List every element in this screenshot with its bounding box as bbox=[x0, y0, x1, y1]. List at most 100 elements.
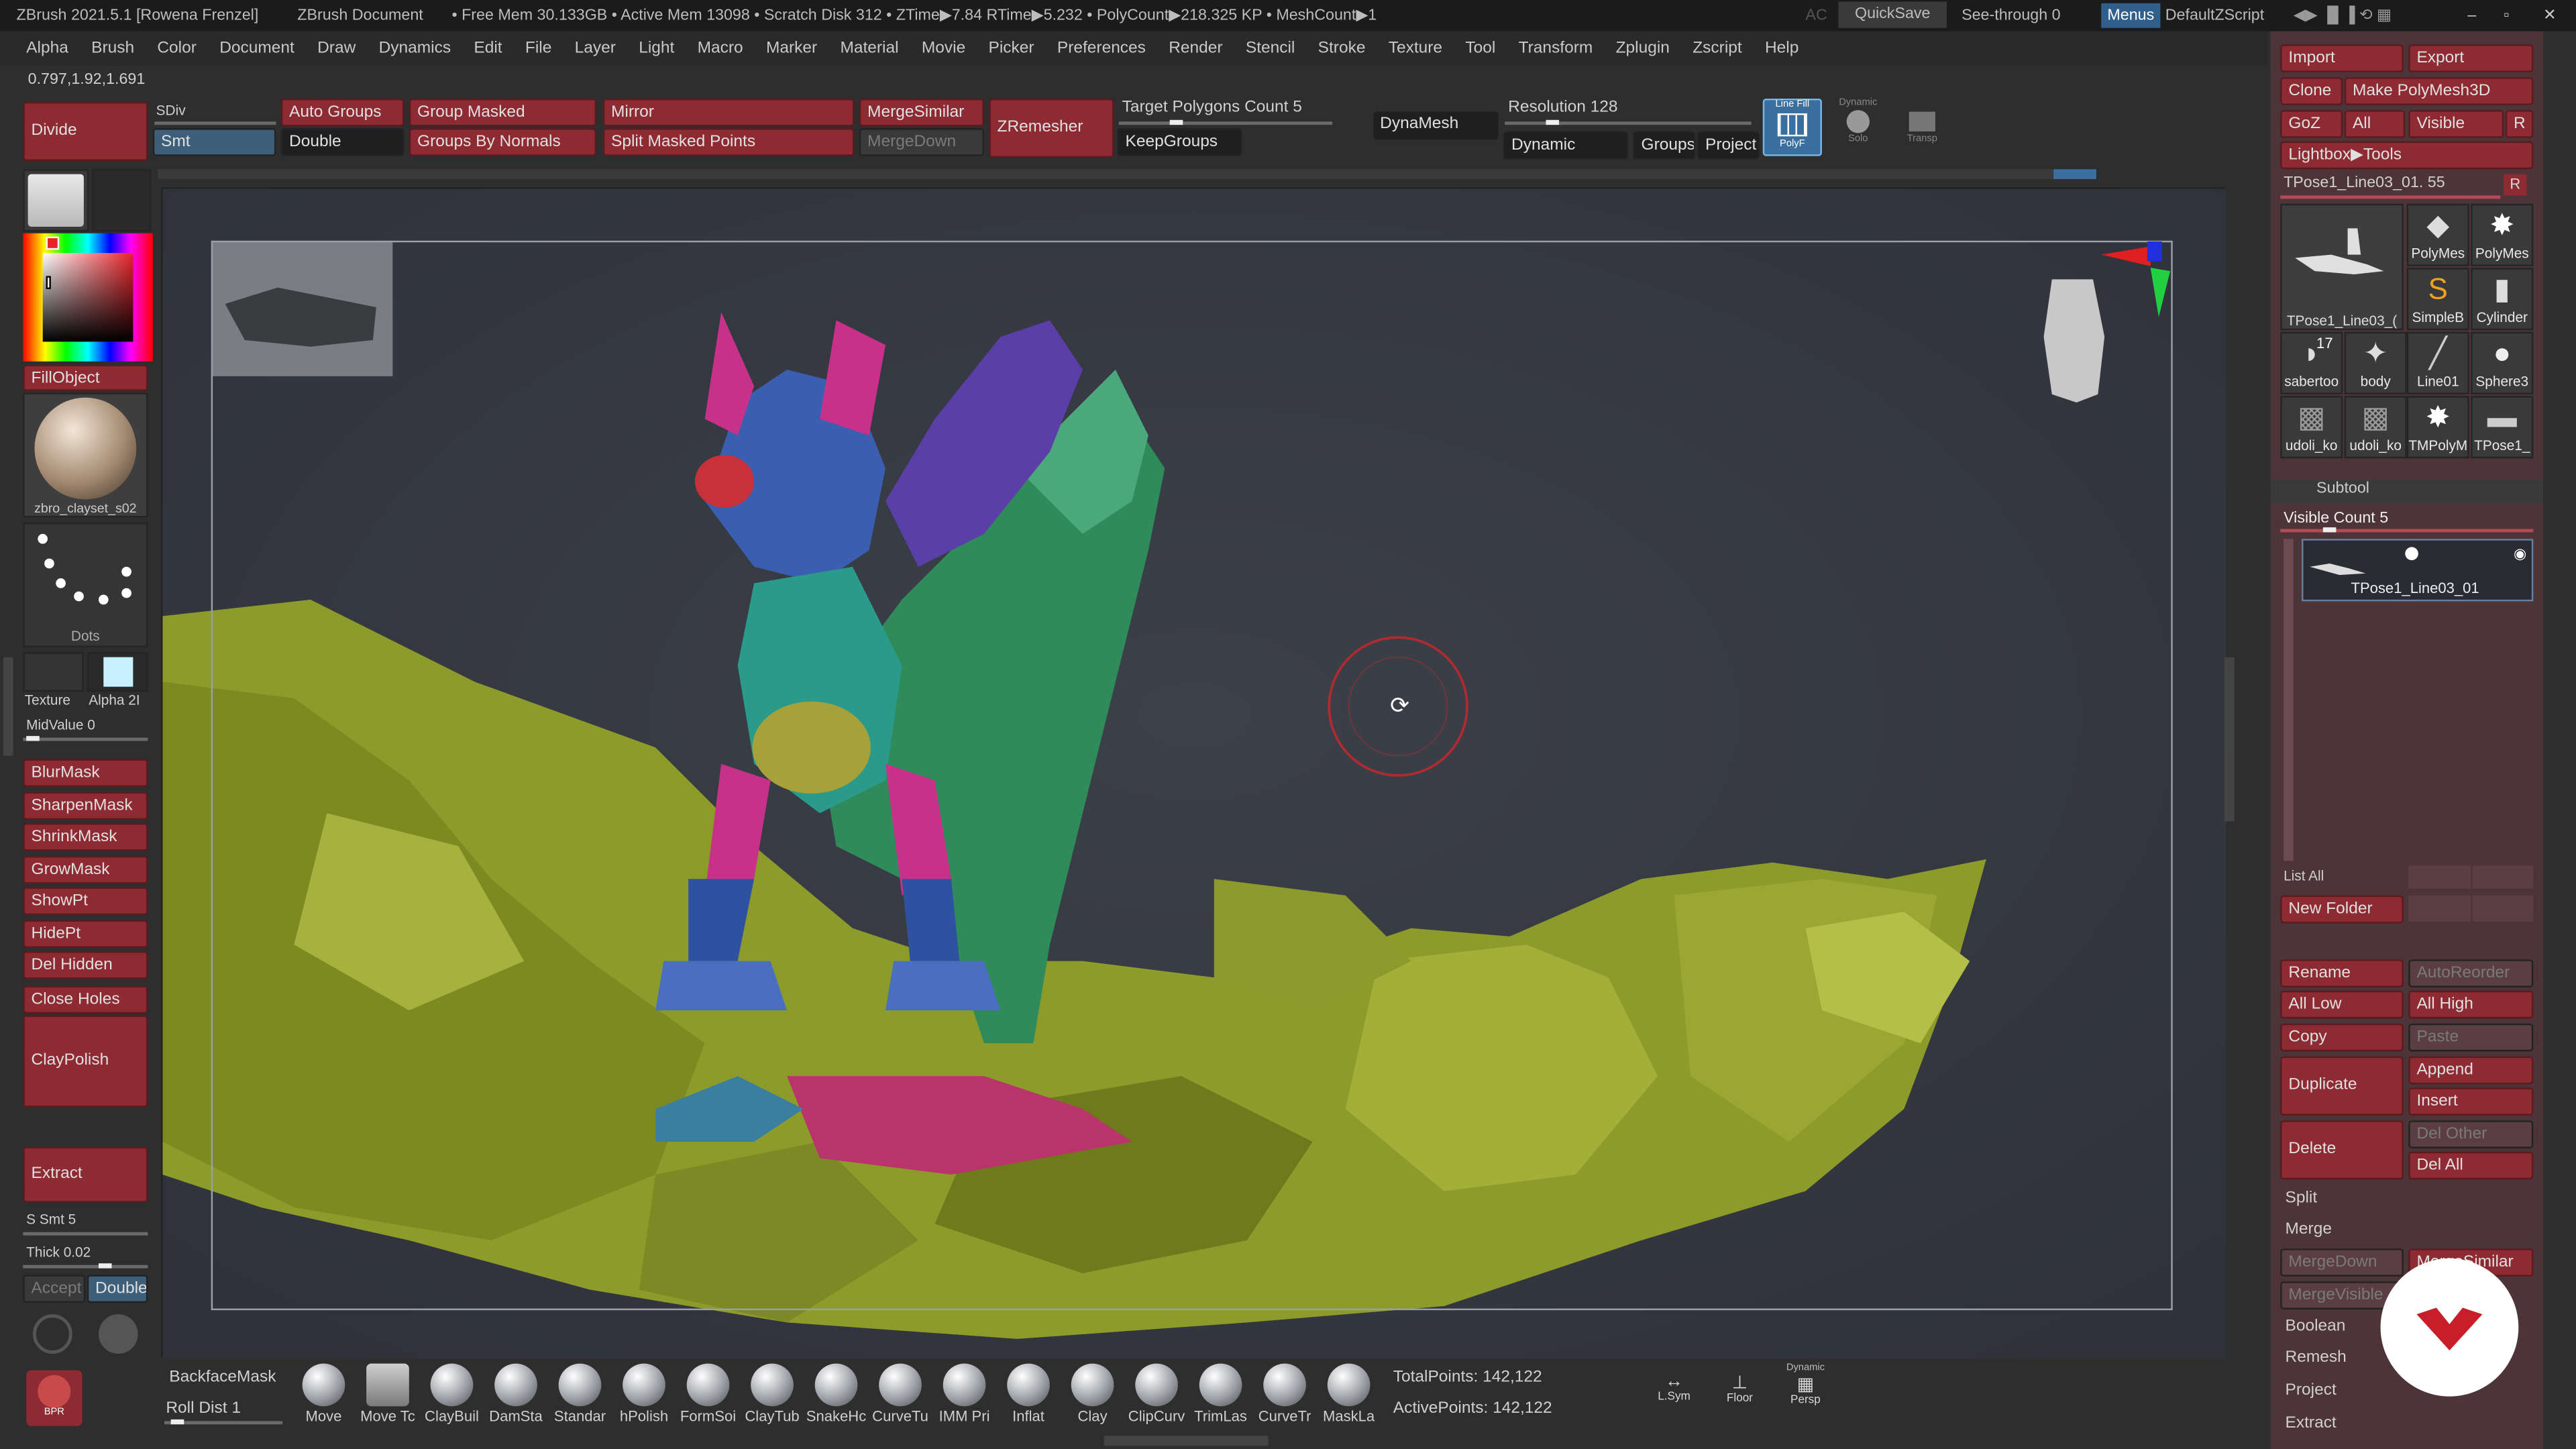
midvalue-slider[interactable]: MidValue 0 bbox=[26, 716, 95, 733]
backfacemask-toggle[interactable]: BackfaceMask bbox=[169, 1368, 276, 1387]
tool-tile[interactable]: ✸ PolyMes bbox=[2471, 203, 2534, 266]
viewport[interactable]: ⟳ bbox=[161, 187, 2226, 1359]
menu-macro[interactable]: Macro bbox=[698, 40, 743, 58]
insert-button[interactable]: Insert bbox=[2408, 1087, 2534, 1116]
menu-file[interactable]: File bbox=[525, 40, 551, 58]
del-other-button[interactable]: Del Other bbox=[2408, 1120, 2534, 1148]
roll-dist-slider[interactable]: Roll Dist 1 bbox=[166, 1400, 241, 1418]
menu-draw[interactable]: Draw bbox=[317, 40, 356, 58]
persp-button[interactable]: Dynamic ▦ Persp bbox=[1774, 1364, 1837, 1419]
import-button[interactable]: Import bbox=[2280, 44, 2404, 72]
tool-tile[interactable]: ◆ PolyMes bbox=[2406, 203, 2469, 266]
goz-button[interactable]: GoZ bbox=[2280, 110, 2343, 138]
transp-button[interactable]: Transp bbox=[1894, 99, 1950, 156]
brush-curvetr[interactable]: CurveTr bbox=[1254, 1360, 1316, 1430]
window-arrows-icon[interactable]: ◀▶ ▐▌▐ ⟲ ▦ bbox=[2294, 0, 2392, 32]
see-through-slider[interactable]: See-through 0 bbox=[1962, 0, 2060, 32]
floor-button[interactable]: ⊥ Floor bbox=[1709, 1372, 1771, 1421]
tool-tile[interactable]: ▩ udoli_ko bbox=[2344, 396, 2407, 459]
zremesher-button[interactable]: ZRemesher bbox=[989, 98, 1114, 158]
subtool-eye-icon[interactable]: ◉ bbox=[2514, 545, 2526, 564]
material-thumbnail[interactable]: zbro_clayset_s02 bbox=[23, 392, 148, 518]
brush-move[interactable]: Move bbox=[292, 1360, 355, 1430]
tool-tile[interactable]: ╱ Line01 bbox=[2406, 331, 2469, 394]
visible-button[interactable]: Visible bbox=[2408, 110, 2504, 138]
sdiv-slider[interactable]: SDiv bbox=[156, 102, 186, 118]
delete-button[interactable]: Delete bbox=[2280, 1120, 2404, 1180]
menu-zplugin[interactable]: Zplugin bbox=[1616, 40, 1670, 58]
autoreorder-button[interactable]: AutoReorder bbox=[2408, 959, 2534, 987]
shrinkmask-button[interactable]: ShrinkMask bbox=[23, 822, 148, 851]
sharpenmask-button[interactable]: SharpenMask bbox=[23, 792, 148, 820]
target-polygons-knob[interactable] bbox=[1169, 119, 1183, 125]
menu-edit[interactable]: Edit bbox=[474, 40, 502, 58]
color-square[interactable] bbox=[42, 253, 133, 342]
dynamesh-button[interactable]: DynaMesh bbox=[1373, 111, 1499, 140]
remesh-section[interactable]: Remesh bbox=[2286, 1349, 2347, 1367]
brush-hpolish[interactable]: hPolish bbox=[612, 1360, 675, 1430]
brush-claytub[interactable]: ClayTub bbox=[741, 1360, 803, 1430]
brush-preview[interactable] bbox=[23, 169, 89, 232]
texture-thumbnail[interactable] bbox=[23, 652, 84, 692]
split-masked-points-button[interactable]: Split Masked Points bbox=[602, 128, 855, 156]
groups-by-normals-button[interactable]: Groups By Normals bbox=[409, 128, 596, 156]
tool-tile[interactable]: ▩ udoli_ko bbox=[2280, 396, 2343, 459]
polyf-button[interactable]: Line Fill PolyF bbox=[1762, 98, 1822, 156]
viewport-side-handle[interactable] bbox=[2224, 657, 2235, 822]
brush-trimlas[interactable]: TrimLas bbox=[1189, 1360, 1252, 1430]
left-side-handle[interactable] bbox=[3, 657, 13, 756]
del-hidden-button[interactable]: Del Hidden bbox=[23, 951, 148, 979]
brush-damsta[interactable]: DamSta bbox=[484, 1360, 547, 1430]
boolean-section[interactable]: Boolean bbox=[2286, 1318, 2346, 1336]
stroke-thumbnail[interactable]: Dots bbox=[23, 522, 148, 647]
accept-button[interactable]: Accept bbox=[23, 1275, 86, 1303]
lsym-button[interactable]: ↔ L.Sym bbox=[1643, 1372, 1705, 1421]
group-masked-button[interactable]: Group Masked bbox=[409, 98, 596, 127]
move-down-button[interactable] bbox=[2472, 865, 2534, 889]
tool-tile[interactable]: ● Sphere3 bbox=[2471, 331, 2534, 394]
tool-tile[interactable]: S SimpleB bbox=[2406, 268, 2469, 331]
visible-count-knob[interactable] bbox=[2322, 527, 2337, 533]
menu-dynamics[interactable]: Dynamics bbox=[379, 40, 451, 58]
project-section[interactable]: Project bbox=[2286, 1382, 2337, 1400]
menu-preferences[interactable]: Preferences bbox=[1057, 40, 1146, 58]
mirror-button[interactable]: Mirror bbox=[602, 98, 855, 127]
menu-tool[interactable]: Tool bbox=[1465, 40, 1495, 58]
menu-picker[interactable]: Picker bbox=[989, 40, 1034, 58]
secondary-color-swatch[interactable] bbox=[46, 276, 51, 290]
brush-move-tc[interactable]: Move Tc bbox=[356, 1360, 419, 1430]
mode-icon-2[interactable] bbox=[98, 1314, 138, 1354]
brush-inflat[interactable]: Inflat bbox=[998, 1360, 1060, 1430]
brush-claybuil[interactable]: ClayBuil bbox=[421, 1360, 483, 1430]
maximize-icon[interactable]: ▫ bbox=[2504, 0, 2509, 32]
clone-button[interactable]: Clone bbox=[2280, 77, 2343, 105]
menu-alpha[interactable]: Alpha bbox=[26, 40, 68, 58]
tool-tile[interactable]: ▮ Cylinder bbox=[2471, 268, 2534, 331]
menu-help[interactable]: Help bbox=[1765, 40, 1799, 58]
hidept-button[interactable]: HidePt bbox=[23, 920, 148, 949]
del-all-button[interactable]: Del All bbox=[2408, 1151, 2534, 1180]
secondary-preview[interactable] bbox=[92, 169, 152, 232]
move-up-button[interactable] bbox=[2408, 865, 2471, 889]
paste-button[interactable]: Paste bbox=[2408, 1023, 2534, 1052]
mergedown-button[interactable]: MergeDown bbox=[859, 128, 984, 156]
current-tool-thumbnail[interactable]: TPose1_Line03_( bbox=[2280, 203, 2404, 331]
make-polymesh-button[interactable]: Make PolyMesh3D bbox=[2344, 77, 2534, 105]
export-button[interactable]: Export bbox=[2408, 44, 2534, 72]
tool-tile[interactable]: ◗ sabertoo bbox=[2280, 331, 2343, 394]
growmask-button[interactable]: GrowMask bbox=[23, 855, 148, 884]
subtool-scrollbar[interactable] bbox=[2284, 539, 2294, 861]
brush-clay[interactable]: Clay bbox=[1061, 1360, 1124, 1430]
r-button[interactable]: R bbox=[2505, 110, 2534, 138]
quicksave-button[interactable]: QuickSave bbox=[1838, 1, 1947, 28]
tool-tile[interactable]: ✸ TMPolyM bbox=[2406, 396, 2469, 459]
top-shelf-scrollbar[interactable] bbox=[158, 169, 2096, 179]
copy-button[interactable]: Copy bbox=[2280, 1023, 2404, 1052]
append-button[interactable]: Append bbox=[2408, 1056, 2534, 1085]
default-zscript-button[interactable]: DefaultZScript bbox=[2165, 0, 2264, 32]
resolution-knob[interactable] bbox=[1546, 119, 1560, 125]
subtool-header[interactable]: Subtool bbox=[2270, 480, 2544, 503]
showpt-button[interactable]: ShowPt bbox=[23, 887, 148, 916]
menu-zscript[interactable]: Zscript bbox=[1693, 40, 1741, 58]
rotate-icon[interactable]: ⟳ bbox=[1385, 690, 1414, 720]
